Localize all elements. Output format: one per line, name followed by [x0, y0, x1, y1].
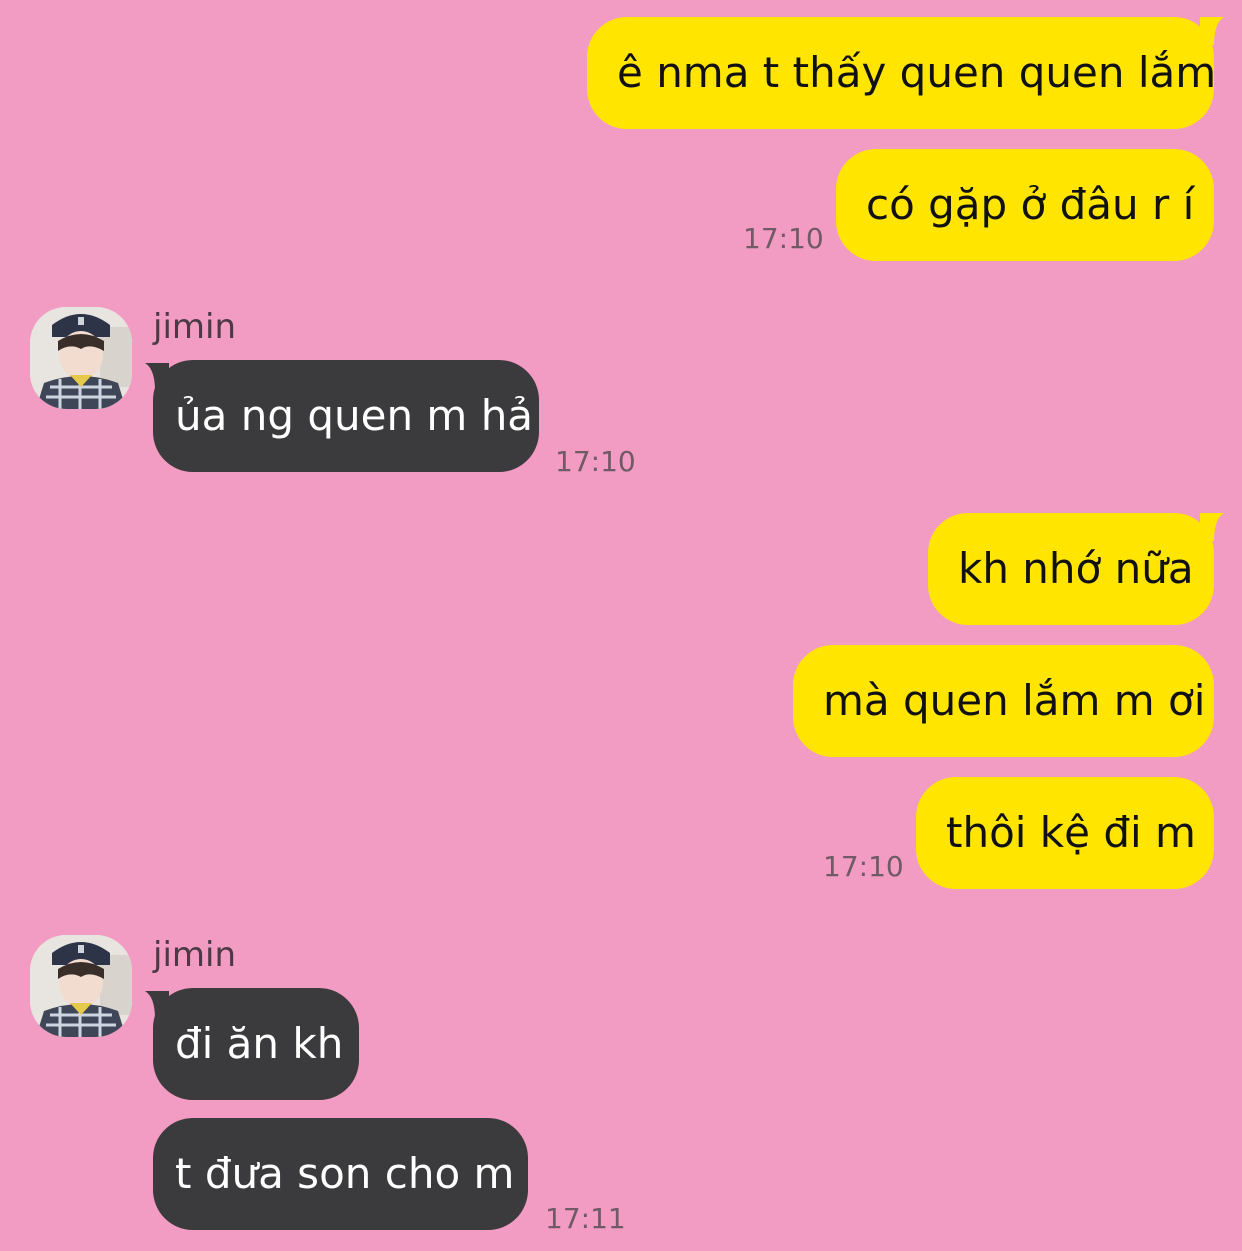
contact-avatar[interactable]	[30, 307, 132, 409]
bubble-tail-outgoing	[1200, 513, 1224, 541]
message-bubble-outgoing[interactable]: mà quen lắm m ơi	[793, 645, 1214, 757]
message-timestamp: 17:11	[545, 1202, 626, 1235]
contact-avatar[interactable]	[30, 935, 132, 1037]
message-bubble-incoming[interactable]: ủa ng quen m hả	[153, 360, 539, 472]
message-bubble-incoming[interactable]: t đưa son cho m	[153, 1118, 528, 1230]
message-timestamp: 17:10	[555, 445, 636, 478]
message-bubble-outgoing[interactable]: kh nhớ nữa	[928, 513, 1214, 625]
message-bubble-outgoing[interactable]: có gặp ở đâu r í	[836, 149, 1214, 261]
avatar-photo-icon	[30, 307, 132, 409]
chat-thread[interactable]: ê nma t thấy quen quen lắm có gặp ở đâu …	[0, 0, 1242, 1251]
message-bubble-incoming[interactable]: đi ăn kh	[153, 988, 359, 1100]
message-bubble-outgoing[interactable]: thôi kệ đi m	[916, 777, 1214, 889]
message-timestamp: 17:10	[823, 850, 904, 883]
message-timestamp: 17:10	[743, 222, 824, 255]
sender-name: jimin	[153, 307, 237, 347]
sender-name: jimin	[153, 935, 237, 975]
avatar-photo-icon	[30, 935, 132, 1037]
message-bubble-outgoing[interactable]: ê nma t thấy quen quen lắm	[587, 17, 1216, 129]
bubble-tail-outgoing	[1200, 17, 1224, 45]
